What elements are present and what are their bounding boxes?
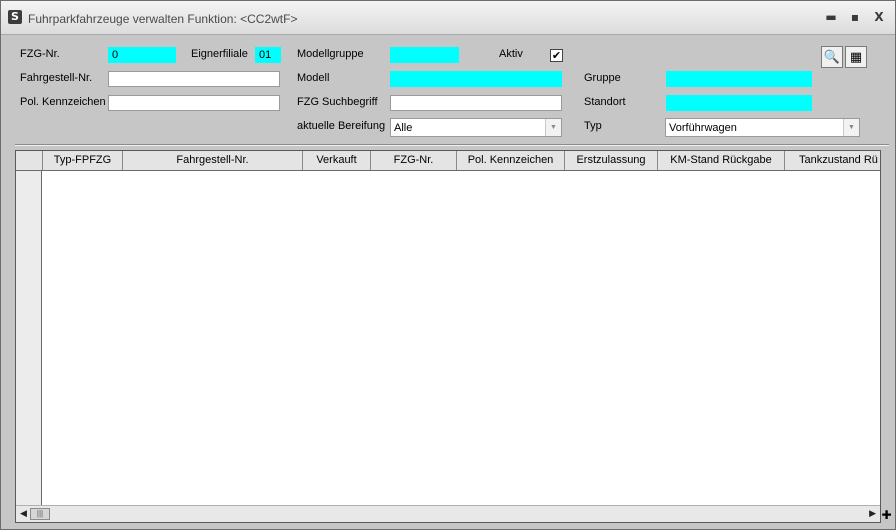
add-row-icon[interactable]: ✚ (880, 509, 893, 522)
pol-kennzeichen-label: Pol. Kennzeichen (20, 96, 106, 108)
search-button[interactable]: 🔍 (821, 46, 843, 68)
maximize-button[interactable]: ▪ (847, 10, 863, 24)
scroll-right-icon[interactable]: ▶ (869, 508, 876, 519)
eignerfiliale-label: Eignerfiliale (191, 48, 248, 60)
close-button[interactable]: X (871, 10, 887, 24)
gruppe-label: Gruppe (584, 72, 621, 84)
fzg-suchbegriff-label: FZG Suchbegriff (297, 96, 378, 108)
aktuelle-bereifung-value: Alle (394, 122, 413, 134)
fzg-nr-input[interactable]: 0 (108, 47, 176, 63)
gruppe-input[interactable] (666, 71, 812, 87)
standort-input[interactable] (666, 95, 812, 111)
column-header[interactable]: Pol. Kennzeichen (457, 151, 565, 170)
scroll-left-icon[interactable]: ◀ (20, 508, 27, 519)
typ-select[interactable]: Vorführwagen ▼ (665, 118, 860, 137)
fahrgestell-nr-input[interactable] (108, 71, 280, 87)
calendar-icon: ▦ (849, 49, 863, 64)
aktiv-label: Aktiv (499, 48, 523, 60)
window-title: Fuhrparkfahrzeuge verwalten Funktion: <C… (28, 12, 298, 26)
fzg-nr-label: FZG-Nr. (20, 48, 60, 60)
standort-label: Standort (584, 96, 626, 108)
vehicle-table[interactable]: Typ-FPFZG Fahrgestell-Nr. Verkauft FZG-N… (15, 150, 881, 523)
typ-label: Typ (584, 120, 602, 132)
column-header[interactable]: FZG-Nr. (371, 151, 457, 170)
filter-form: FZG-Nr. 0 Eignerfiliale 01 Modellgruppe … (1, 36, 895, 142)
fzg-suchbegriff-input[interactable] (390, 95, 562, 111)
column-header[interactable]: Typ-FPFZG (43, 151, 123, 170)
modell-input[interactable] (390, 71, 562, 87)
typ-value: Vorführwagen (669, 122, 737, 134)
fahrgestell-nr-label: Fahrgestell-Nr. (20, 72, 93, 84)
main-window: S Fuhrparkfahrzeuge verwalten Funktion: … (0, 0, 896, 530)
column-header[interactable]: Erstzulassung (565, 151, 658, 170)
app-logo-icon: S (8, 10, 22, 24)
search-icon: 🔍 (823, 49, 841, 64)
modell-label: Modell (297, 72, 330, 84)
eignerfiliale-input[interactable]: 01 (255, 47, 281, 63)
column-header[interactable]: KM-Stand Rückgabe (658, 151, 785, 170)
column-header[interactable]: Fahrgestell-Nr. (123, 151, 303, 170)
chevron-down-icon[interactable]: ▼ (545, 119, 561, 136)
row-indicator-column (16, 171, 42, 505)
minimize-button[interactable]: ▬ (823, 10, 839, 24)
aktiv-checkbox[interactable]: ✔ (550, 49, 563, 62)
form-separator (15, 144, 889, 146)
chevron-down-icon[interactable]: ▼ (843, 119, 859, 136)
column-header[interactable]: Verkauft (303, 151, 371, 170)
column-header[interactable]: Tankzustand Rü (785, 151, 880, 170)
scroll-thumb[interactable]: ||| (30, 508, 50, 520)
modellgruppe-input[interactable] (390, 47, 459, 63)
pol-kennzeichen-input[interactable] (108, 95, 280, 111)
calendar-button[interactable]: ▦ (845, 46, 867, 68)
aktuelle-bereifung-select[interactable]: Alle ▼ (390, 118, 562, 137)
table-header: Typ-FPFZG Fahrgestell-Nr. Verkauft FZG-N… (16, 151, 880, 171)
aktuelle-bereifung-label: aktuelle Bereifung (297, 120, 386, 132)
row-header-corner (16, 151, 43, 170)
horizontal-scrollbar[interactable]: ◀ ||| ▶ (16, 505, 880, 522)
modellgruppe-label: Modellgruppe (297, 48, 364, 60)
title-bar[interactable]: S Fuhrparkfahrzeuge verwalten Funktion: … (1, 1, 895, 35)
